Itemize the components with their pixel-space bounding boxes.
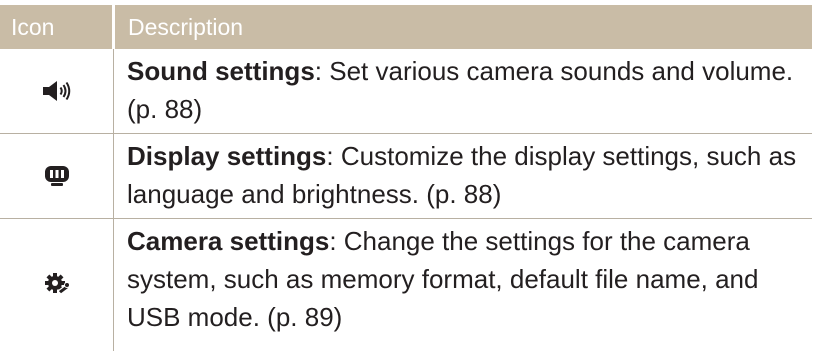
row-title: Display settings: [127, 141, 327, 171]
row-description: Camera settings: Change the settings for…: [127, 222, 807, 336]
row-title: Sound settings: [127, 56, 315, 86]
row-title: Camera settings: [127, 226, 330, 256]
header-icon-column: Icon: [11, 14, 55, 40]
header-description-column: Description: [128, 14, 244, 40]
table-header: Icon Description: [0, 5, 812, 49]
table-row: Camera settings: Change the settings for…: [0, 219, 812, 351]
table-row: Display settings: Customize the display …: [0, 134, 812, 218]
header-separator: [112, 5, 115, 49]
table-row: Sound settings: Set various camera sound…: [0, 49, 812, 133]
row-description: Sound settings: Set various camera sound…: [127, 52, 807, 128]
sound-icon: [0, 49, 113, 133]
row-description: Display settings: Customize the display …: [127, 137, 807, 213]
camera-settings-icon: [0, 219, 113, 351]
display-icon: [0, 134, 113, 218]
